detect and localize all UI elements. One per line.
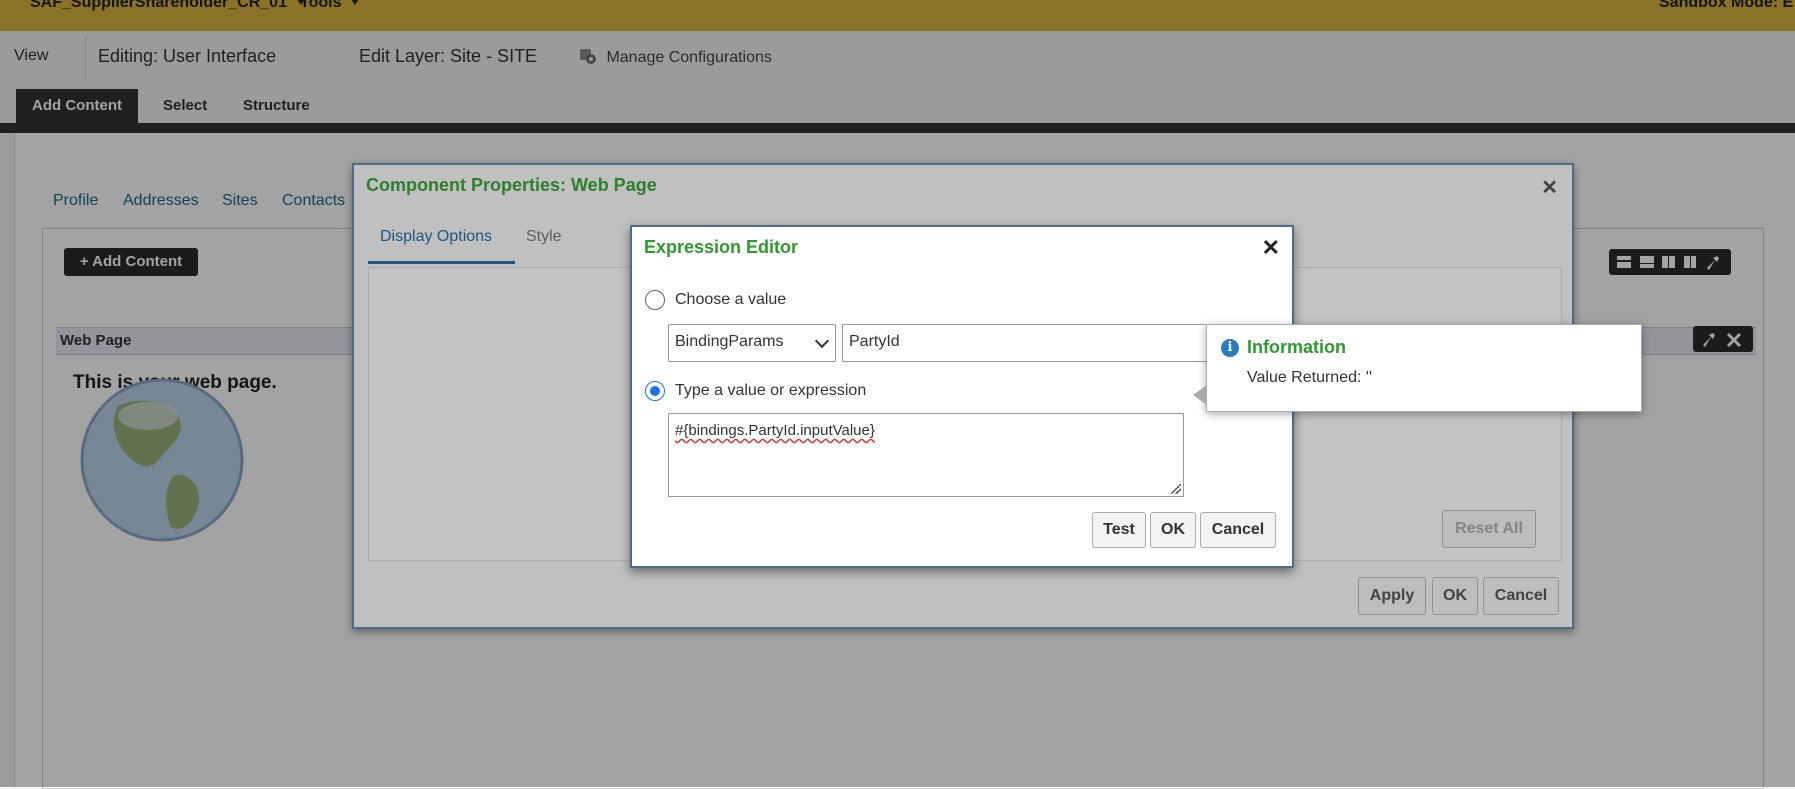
chevron-down-icon [814,333,830,349]
cancel-button[interactable]: Cancel [1200,512,1276,548]
info-title: Information [1247,337,1346,357]
info-icon: i [1221,339,1239,357]
ok-button[interactable]: OK [1150,512,1196,548]
dialog-title: Expression Editor [644,237,799,257]
close-icon[interactable]: ✕ [1262,235,1280,261]
type-expression-label: Type a value or expression [675,382,867,399]
attribute-value: PartyId [849,333,900,350]
expression-text: #{bindings.PartyId.inputValue} [675,422,875,439]
binding-type-value: BindingParams [675,333,784,350]
test-button[interactable]: Test [1092,512,1146,548]
choose-value-label: Choose a value [675,291,787,308]
information-popup: i Information Value Returned: '' [1193,324,1642,412]
expression-textarea[interactable]: #{bindings.PartyId.inputValue} [668,413,1184,497]
popup-pointer [1193,385,1207,405]
type-expression-radio[interactable] [645,381,665,401]
resize-handle-icon[interactable] [1171,484,1181,494]
binding-type-select[interactable]: BindingParams [668,324,836,362]
info-text: Value Returned: '' [1247,369,1372,386]
choose-value-radio[interactable] [645,290,665,310]
